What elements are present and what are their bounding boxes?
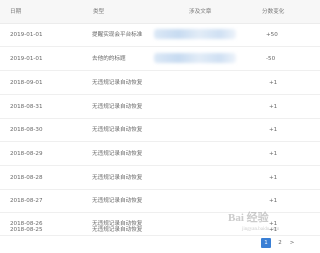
row-date: 2018-08-27: [10, 198, 43, 204]
row-score-change: +1: [269, 80, 278, 86]
row-score-change: +1: [269, 175, 278, 181]
row-type: 无违规记录自动恢复: [92, 198, 143, 204]
row-type: 无违规记录自动恢复: [92, 151, 143, 157]
column-header-related-article: 涉及文章: [189, 9, 212, 15]
row-type: 无违规记录自动恢复: [92, 80, 143, 86]
column-header-score-change: 分数变化: [262, 9, 285, 15]
row-date: 2018-08-29: [10, 151, 43, 157]
row-type: 无违规记录自动恢复: [92, 127, 143, 133]
blurred-article-link[interactable]: [154, 53, 236, 63]
row-score-change: -50: [266, 56, 276, 62]
row-date: 2018-08-25: [10, 227, 43, 233]
table-row: 2018-09-01 无违规记录自动恢复 +1: [0, 71, 320, 95]
watermark-text: Bai 经验: [228, 212, 269, 224]
row-type: 无违规记录自动恢复: [92, 227, 143, 233]
row-date: 2018-08-30: [10, 127, 43, 133]
table-row: 2018-08-31 无违规记录自动恢复 +1: [0, 95, 320, 119]
row-score-change: +1: [269, 104, 278, 110]
column-header-date: 日期: [10, 9, 22, 15]
row-type: 无违规记录自动恢复: [92, 175, 143, 181]
row-date: 2018-09-01: [10, 80, 43, 86]
row-date: 2018-08-31: [10, 104, 43, 110]
table-row: 2019-01-01 去他的的标题 -50: [0, 47, 320, 71]
table-row: 2019-01-01 提醒实现会平台标准 +50: [0, 23, 320, 47]
table-row: 2018-08-30 无违规记录自动恢复 +1: [0, 118, 320, 142]
row-date: 2019-01-01: [10, 56, 43, 62]
row-date: 2018-08-28: [10, 175, 43, 181]
row-score-change: +50: [266, 32, 278, 38]
baidu-jingyan-watermark: Bai 经验 jingyan.baidu.com: [228, 212, 314, 250]
row-score-change: +1: [269, 151, 278, 157]
row-score-change: +1: [269, 127, 278, 133]
table-row: 2018-08-28 无违规记录自动恢复 +1: [0, 166, 320, 190]
row-type: 提醒实现会平台标准: [92, 32, 143, 38]
table-row: 2018-08-29 无违规记录自动恢复 +1: [0, 142, 320, 166]
row-type: 去他的的标题: [92, 56, 126, 62]
watermark-subtext: jingyan.baidu.com: [242, 227, 280, 232]
table-header: 日期 类型 涉及文章 分数变化: [0, 0, 320, 24]
table-row: 2018-08-27 无违规记录自动恢复 +1: [0, 189, 320, 213]
column-header-type: 类型: [93, 9, 105, 15]
row-date: 2019-01-01: [10, 32, 43, 38]
row-type: 无违规记录自动恢复: [92, 104, 143, 110]
row-score-change: +1: [269, 198, 278, 204]
blurred-article-link[interactable]: [154, 29, 236, 39]
